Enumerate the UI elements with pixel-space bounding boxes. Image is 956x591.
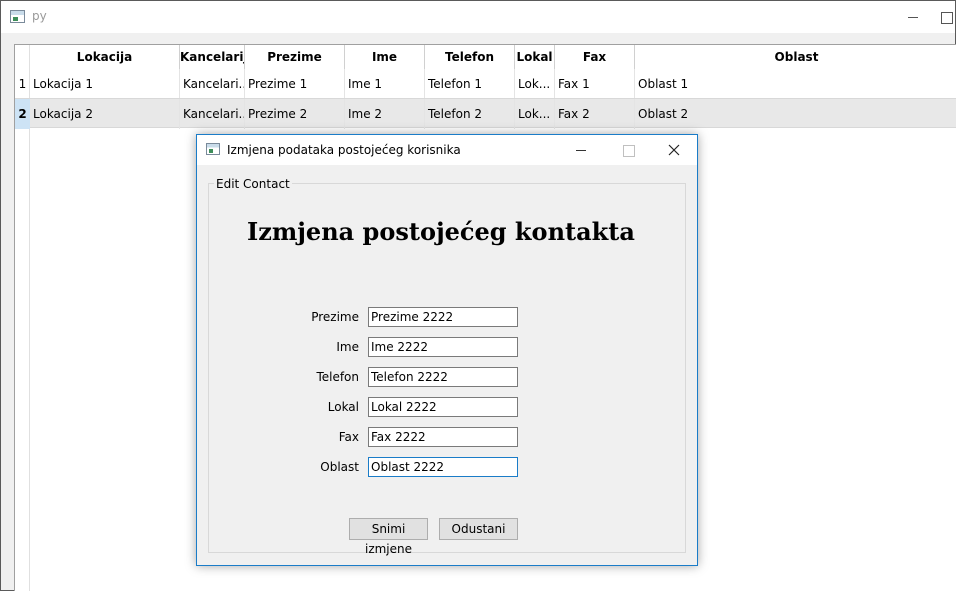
fax-input[interactable]: [368, 427, 518, 447]
save-changes-button[interactable]: Snimi izmjene: [349, 518, 428, 556]
groupbox-title: Edit Contact: [214, 177, 292, 191]
table-header: Lokacija Kancelarija Prezime Ime Telefon…: [30, 45, 956, 69]
oblast-input[interactable]: [368, 457, 518, 477]
table-cell[interactable]: Lok...: [515, 99, 555, 129]
minimize-icon[interactable]: [566, 138, 596, 162]
table-cell[interactable]: Kancelari...: [180, 99, 245, 129]
ime-label: Ime: [336, 340, 359, 354]
table-cell[interactable]: Telefon 2: [425, 99, 515, 129]
main-titlebar: py: [1, 1, 955, 33]
dialog-titlebar[interactable]: Izmjena podataka postojećeg korisnika: [197, 135, 697, 165]
dialog-title: Izmjena podataka postojećeg korisnika: [227, 143, 461, 157]
table-cell[interactable]: Fax 2: [555, 99, 635, 129]
table-cell[interactable]: Kancelari...: [180, 69, 245, 99]
table-row[interactable]: 1 Lokacija 1 Kancelari... Prezime 1 Ime …: [15, 69, 956, 99]
lokal-label: Lokal: [327, 400, 359, 414]
table-cell[interactable]: Prezime 2: [245, 99, 345, 129]
table-row-selected[interactable]: 2 Lokacija 2 Kancelari... Prezime 2 Ime …: [15, 98, 956, 129]
maximize-icon: [613, 138, 643, 162]
column-header-fax[interactable]: Fax: [555, 45, 635, 69]
column-header-lokacija[interactable]: Lokacija: [30, 45, 180, 69]
row-number[interactable]: 1: [15, 69, 30, 99]
table-cell[interactable]: Lokacija 1: [30, 69, 180, 99]
column-header-telefon[interactable]: Telefon: [425, 45, 515, 69]
table-cell[interactable]: Ime 1: [345, 69, 425, 99]
edit-contact-dialog: Izmjena podataka postojećeg korisnika Ed…: [196, 134, 698, 566]
column-header-kancelarija[interactable]: Kancelarija: [180, 45, 245, 69]
prezime-label: Prezime: [311, 310, 359, 324]
close-icon[interactable]: [659, 138, 689, 162]
main-window-title: py: [32, 9, 47, 23]
column-header-prezime[interactable]: Prezime: [245, 45, 345, 69]
prezime-input[interactable]: [368, 307, 518, 327]
ime-input[interactable]: [368, 337, 518, 357]
telefon-input[interactable]: [368, 367, 518, 387]
table-cell[interactable]: Telefon 1: [425, 69, 515, 99]
telefon-label: Telefon: [316, 370, 359, 384]
maximize-icon[interactable]: [936, 5, 956, 29]
table-cell[interactable]: Prezime 1: [245, 69, 345, 99]
column-header-oblast[interactable]: Oblast: [635, 45, 956, 69]
table-cell[interactable]: Oblast 1: [635, 69, 956, 99]
fax-label: Fax: [338, 430, 359, 444]
minimize-icon[interactable]: [898, 5, 928, 29]
app-icon: [10, 10, 25, 23]
table-cell[interactable]: Oblast 2: [635, 99, 956, 129]
lokal-input[interactable]: [368, 397, 518, 417]
row-number[interactable]: 2: [15, 99, 30, 129]
table-cell[interactable]: Lokacija 2: [30, 99, 180, 129]
cancel-button[interactable]: Odustani: [439, 518, 518, 540]
dialog-heading: Izmjena postojećeg kontakta: [247, 217, 635, 246]
table-cell[interactable]: Ime 2: [345, 99, 425, 129]
table-cell[interactable]: Fax 1: [555, 69, 635, 99]
column-header-ime[interactable]: Ime: [345, 45, 425, 69]
app-icon: [206, 143, 220, 155]
table-cell[interactable]: Lok...: [515, 69, 555, 99]
column-header-lokal[interactable]: Lokal: [515, 45, 555, 69]
oblast-label: Oblast: [320, 460, 359, 474]
